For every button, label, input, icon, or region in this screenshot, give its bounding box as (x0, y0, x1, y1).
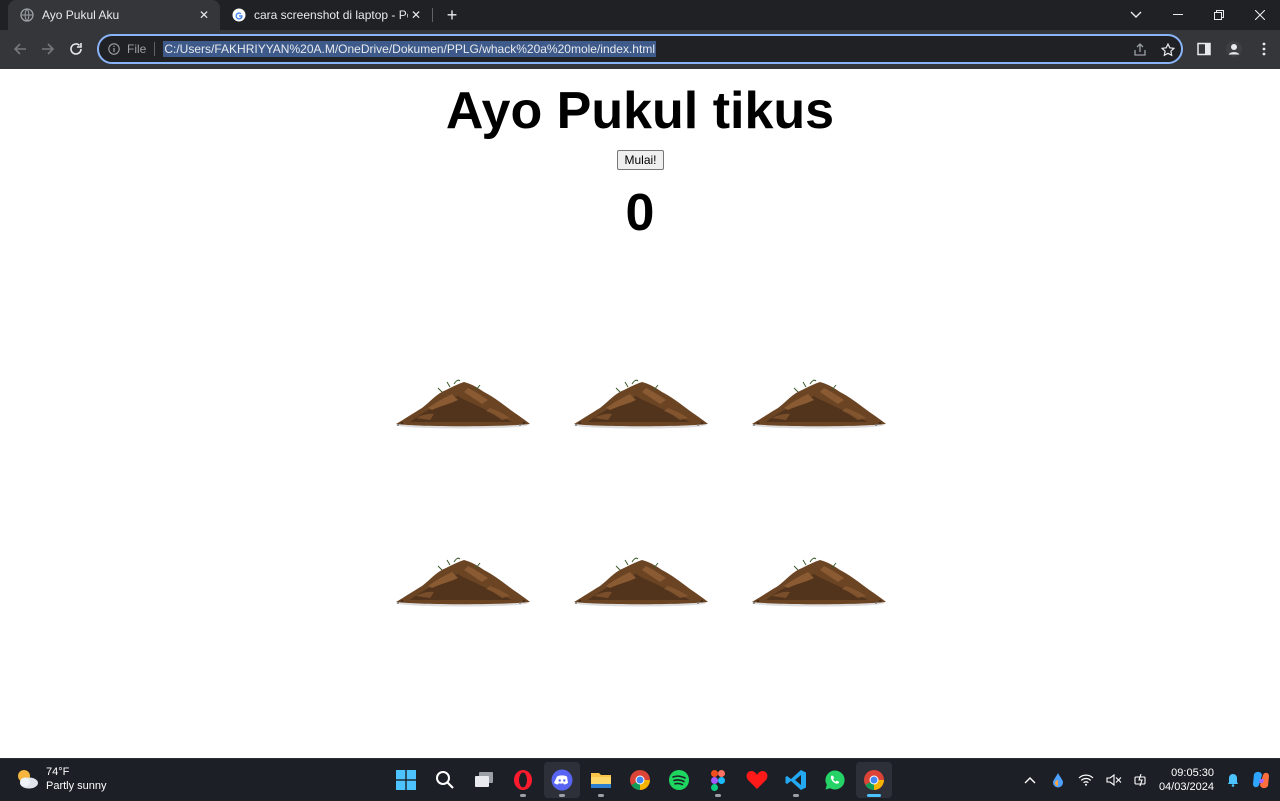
weather-widget[interactable]: 74°F Partly sunny (14, 765, 107, 793)
mole-hole[interactable] (570, 378, 710, 434)
running-indicator (520, 794, 526, 797)
side-panel-icon[interactable] (1194, 39, 1214, 59)
weather-temp: 74°F (46, 766, 70, 778)
minimize-button[interactable] (1157, 0, 1198, 30)
dirt-mound-image (396, 557, 530, 607)
restore-button[interactable] (1198, 0, 1239, 30)
mole-hole[interactable] (748, 378, 888, 434)
score-counter: 0 (625, 184, 655, 242)
vscode-icon[interactable] (778, 762, 814, 798)
wifi-icon[interactable] (1075, 769, 1097, 791)
spotify-icon[interactable] (661, 762, 697, 798)
tab-strip: Ayo Pukul Aku ✕ cara screenshot di lapto… (0, 0, 1280, 30)
chrome-icon[interactable] (856, 762, 892, 798)
task-view-icon[interactable] (466, 762, 502, 798)
system-clock[interactable]: 09:05:30 04/03/2024 (1159, 766, 1214, 794)
profile-icon[interactable] (1224, 39, 1244, 59)
volume-muted-icon[interactable] (1103, 769, 1125, 791)
mole-hole[interactable] (392, 378, 532, 434)
tab-ayo-pukul-aku[interactable]: Ayo Pukul Aku ✕ (8, 0, 220, 30)
mole-hole[interactable] (392, 556, 532, 612)
arrow-right-icon (42, 43, 55, 55)
tab-title: Ayo Pukul Aku (42, 8, 120, 22)
toolbar-right (1194, 39, 1274, 59)
clock-date: 04/03/2024 (1158, 781, 1214, 793)
new-tab-button[interactable]: + (442, 5, 462, 25)
omnibox-actions (1131, 41, 1177, 59)
tab-search-button[interactable] (1126, 5, 1146, 25)
dirt-mound-image (396, 379, 530, 429)
url-text[interactable]: C:/Users/FAKHRIYYAN%20A.M/OneDrive/Dokum… (163, 41, 656, 57)
start-button[interactable]: Mulai! (617, 150, 664, 170)
bookmark-star-icon[interactable] (1159, 41, 1177, 59)
info-icon[interactable] (107, 42, 121, 56)
page-viewport: Ayo Pukul tikus Mulai! 0 (0, 69, 1280, 758)
running-indicator (559, 794, 565, 797)
tab-title: cara screenshot di laptop - Penelusuran … (254, 8, 408, 22)
mole-hole[interactable] (748, 556, 888, 612)
chevron-up-icon[interactable] (1019, 769, 1041, 791)
chevron-down-icon (1130, 11, 1142, 18)
dirt-mound-image (574, 557, 708, 607)
search-icon[interactable] (427, 762, 463, 798)
weather-condition: Partly sunny (46, 780, 107, 792)
copilot-icon[interactable] (1250, 769, 1272, 791)
tab-divider (432, 8, 433, 22)
scheme-label: File (127, 42, 147, 56)
kebab-menu-icon[interactable] (1254, 39, 1274, 59)
google-icon (232, 8, 246, 22)
clock-time: 09:05:30 (1171, 767, 1214, 779)
close-window-button[interactable] (1239, 0, 1280, 30)
running-indicator (598, 794, 604, 797)
opera-icon[interactable] (505, 762, 541, 798)
partly-sunny-icon (18, 770, 38, 789)
dirt-mound-image (574, 379, 708, 429)
globe-icon (20, 8, 34, 22)
reload-icon (70, 43, 82, 55)
page-title: Ayo Pukul tikus (445, 82, 835, 140)
address-bar[interactable]: File C:/Users/FAKHRIYYAN%20A.M/OneDrive/… (97, 34, 1183, 64)
undertale-heart-icon[interactable] (739, 762, 775, 798)
forward-button[interactable] (38, 39, 58, 59)
battery-icon[interactable] (1131, 769, 1153, 791)
reload-button[interactable] (66, 39, 86, 59)
running-indicator (793, 794, 799, 797)
whatsapp-icon[interactable] (817, 762, 853, 798)
taskbar-apps (388, 762, 895, 798)
browser-toolbar: File C:/Users/FAKHRIYYAN%20A.M/OneDrive/… (0, 30, 1280, 69)
file-explorer-icon[interactable] (583, 762, 619, 798)
share-icon[interactable] (1131, 41, 1149, 59)
close-icon[interactable]: ✕ (196, 7, 212, 23)
start-icon[interactable] (388, 762, 424, 798)
running-indicator (867, 794, 881, 797)
chrome-icon[interactable] (622, 762, 658, 798)
dirt-mound-image (752, 557, 886, 607)
omnibox-divider (154, 42, 156, 56)
dirt-mound-image (752, 379, 886, 429)
windows-taskbar: 74°F Partly sunny 09:05:30 04/03/2024 (0, 758, 1280, 800)
running-indicator (715, 794, 721, 797)
back-button[interactable] (10, 39, 30, 59)
arrow-left-icon (13, 43, 26, 55)
close-icon[interactable]: ✕ (408, 7, 424, 23)
system-tray: 09:05:30 04/03/2024 (1019, 759, 1280, 801)
window-controls (1157, 0, 1280, 30)
notification-bell-icon[interactable] (1222, 769, 1244, 791)
droplet-icon[interactable] (1047, 769, 1069, 791)
mole-hole[interactable] (570, 556, 710, 612)
figma-icon[interactable] (700, 762, 736, 798)
tab-google-search[interactable]: cara screenshot di laptop - Penelusuran … (220, 0, 432, 30)
discord-icon[interactable] (544, 762, 580, 798)
